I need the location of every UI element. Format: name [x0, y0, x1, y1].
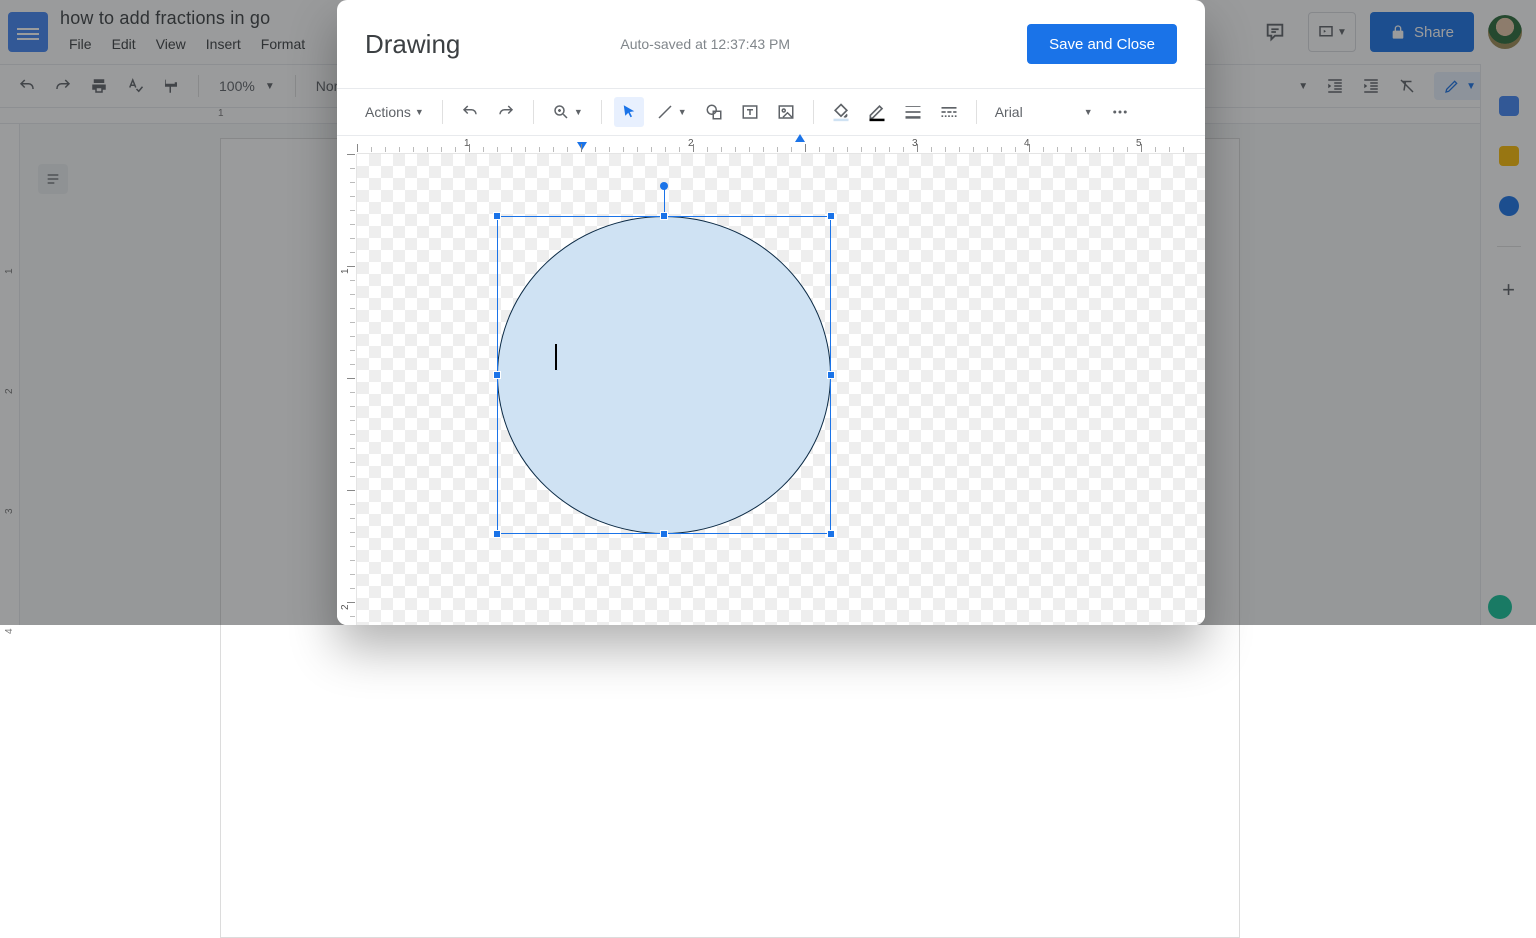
drawing-toolbar: Actions ▼ ▼ ▼ Arial ▼	[337, 89, 1205, 135]
resize-handle-sw[interactable]	[493, 530, 501, 538]
resize-handle-n[interactable]	[660, 212, 668, 220]
redo-icon[interactable]	[491, 97, 521, 127]
drawing-modal: Drawing Auto-saved at 12:37:43 PM Save a…	[337, 0, 1205, 625]
border-weight-icon[interactable]	[898, 97, 928, 127]
border-color-icon[interactable]	[862, 97, 892, 127]
ruler-tick: 2	[340, 604, 351, 610]
text-box-tool-icon[interactable]	[735, 97, 765, 127]
font-family-dropdown[interactable]: Arial ▼	[989, 104, 1099, 120]
image-tool-icon[interactable]	[771, 97, 801, 127]
resize-handle-se[interactable]	[827, 530, 835, 538]
resize-handle-nw[interactable]	[493, 212, 501, 220]
save-and-close-label: Save and Close	[1049, 36, 1155, 53]
resize-handle-s[interactable]	[660, 530, 668, 538]
font-family-value: Arial	[995, 104, 1023, 120]
selection-bounding-box	[497, 216, 831, 534]
select-tool-icon[interactable]	[614, 97, 644, 127]
drawing-horizontal-ruler[interactable]: 1 2 3 4 5	[357, 136, 1205, 154]
selected-shape[interactable]	[497, 216, 831, 534]
drawing-canvas[interactable]	[357, 154, 1205, 625]
shape-tool-icon[interactable]	[699, 97, 729, 127]
drawing-modal-title: Drawing	[365, 29, 460, 60]
drawing-modal-header: Drawing Auto-saved at 12:37:43 PM Save a…	[337, 0, 1205, 88]
ruler-tick: 4	[4, 628, 15, 634]
resize-handle-w[interactable]	[493, 371, 501, 379]
resize-handle-e[interactable]	[827, 371, 835, 379]
fill-color-icon[interactable]	[826, 97, 856, 127]
border-dash-icon[interactable]	[934, 97, 964, 127]
drawing-canvas-area: 1 2 3 4 5 1 2	[337, 136, 1205, 625]
zoom-dropdown[interactable]: ▼	[546, 103, 589, 121]
ruler-tick: 1	[340, 268, 351, 274]
actions-label: Actions	[365, 104, 411, 120]
actions-dropdown[interactable]: Actions ▼	[359, 104, 430, 120]
autosave-status: Auto-saved at 12:37:43 PM	[620, 36, 790, 52]
undo-icon[interactable]	[455, 97, 485, 127]
save-and-close-button[interactable]: Save and Close	[1027, 24, 1177, 64]
resize-handle-ne[interactable]	[827, 212, 835, 220]
line-tool-dropdown[interactable]: ▼	[650, 103, 693, 121]
drawing-vertical-ruler[interactable]: 1 2	[337, 154, 357, 625]
rotation-handle[interactable]	[660, 182, 668, 190]
more-options-icon[interactable]	[1105, 97, 1135, 127]
